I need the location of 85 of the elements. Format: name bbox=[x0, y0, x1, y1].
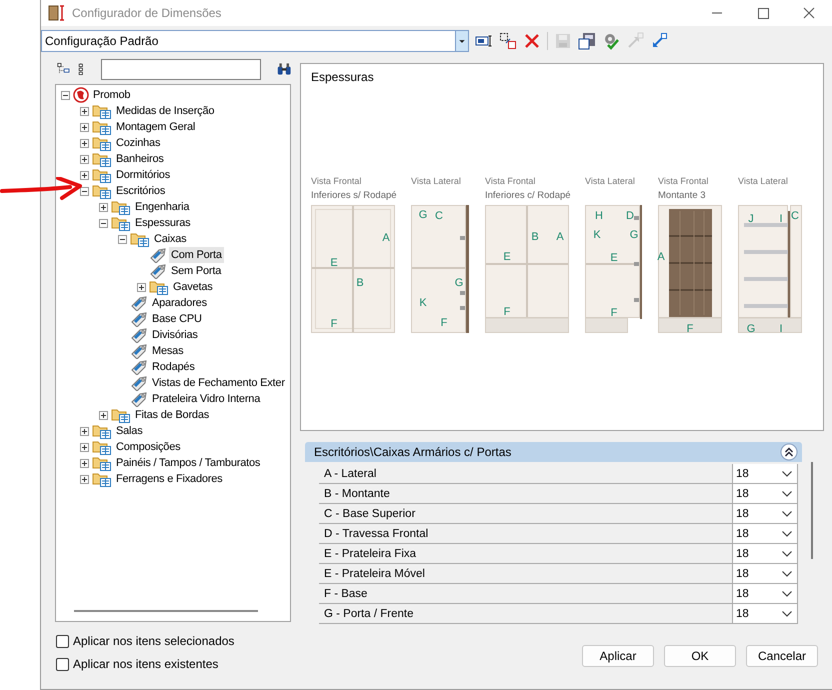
tree-item[interactable]: Fitas de Bordas bbox=[133, 407, 212, 423]
dimension-label: D bbox=[626, 210, 634, 222]
value-dropdown[interactable]: 18 bbox=[732, 524, 798, 543]
tree-item[interactable]: Divisórias bbox=[150, 327, 200, 343]
property-label: A - Lateral bbox=[323, 467, 378, 482]
view-subtitle: Inferiores c/ Rodapé bbox=[485, 190, 571, 201]
dimension-label: I bbox=[779, 323, 783, 335]
view-caption: Vista Frontal bbox=[658, 176, 710, 188]
dimension-label: A bbox=[382, 232, 390, 244]
dimension-label: G bbox=[746, 323, 756, 335]
tree-item[interactable]: Vistas de Fechamento Exter bbox=[150, 375, 287, 391]
value-dropdown[interactable]: 18 bbox=[732, 564, 798, 583]
tree-item[interactable]: Aparadores bbox=[150, 295, 209, 311]
property-label: F - Base bbox=[323, 587, 368, 602]
dimension-label: C bbox=[791, 210, 799, 222]
dimension-label: G bbox=[418, 209, 428, 221]
configuration-dropdown[interactable]: Configuração Padrão bbox=[41, 30, 469, 52]
tree-item[interactable]: Caixas bbox=[152, 231, 188, 247]
property-label: C - Base Superior bbox=[323, 507, 416, 522]
checkbox-label: Aplicar nos itens existentes bbox=[73, 657, 218, 671]
view-caption: Vista Frontal bbox=[485, 176, 536, 188]
section-title: Escritórios\Caixas Armários c/ Portas bbox=[314, 445, 512, 459]
tree-item[interactable]: Composições bbox=[114, 439, 182, 455]
dimension-label: G bbox=[454, 277, 464, 289]
view-caption: Vista Lateral bbox=[738, 176, 789, 188]
view-caption: Vista Lateral bbox=[585, 176, 636, 188]
dimension-label: F bbox=[504, 306, 510, 318]
property-label: E - Prateleira Fixa bbox=[323, 547, 418, 562]
value-dropdown[interactable]: 18 bbox=[732, 604, 798, 623]
tree-item[interactable]: Ferragens e Fixadores bbox=[114, 471, 224, 487]
dimension-label: I bbox=[779, 213, 783, 225]
value-dropdown[interactable]: 18 bbox=[732, 464, 798, 483]
dimension-label: F bbox=[610, 307, 618, 319]
value-dropdown[interactable]: 18 bbox=[732, 584, 798, 603]
view-caption: Vista Frontal bbox=[311, 176, 362, 188]
dimension-label: A bbox=[556, 231, 564, 243]
dimension-label: G bbox=[630, 229, 638, 241]
dimension-label: F bbox=[330, 318, 338, 330]
tree-item[interactable]: Dormitórios bbox=[114, 167, 172, 183]
tree-item[interactable]: Gavetas bbox=[171, 279, 215, 295]
property-label: E - Prateleira Móvel bbox=[323, 567, 426, 582]
tree-item[interactable]: Escritórios bbox=[114, 183, 168, 199]
tree-item[interactable]: Espessuras bbox=[133, 215, 192, 231]
dimension-label: E bbox=[503, 251, 511, 263]
property-label: B - Montante bbox=[323, 487, 391, 502]
dialog-button[interactable]: Aplicar bbox=[582, 645, 654, 667]
dimension-label: F bbox=[440, 317, 448, 329]
checkbox-label: Aplicar nos itens selecionados bbox=[73, 634, 234, 648]
dimension-label: E bbox=[330, 257, 338, 269]
dialog-button[interactable]: OK bbox=[664, 645, 736, 667]
view-subtitle: Inferiores s/ Rodapé bbox=[311, 190, 397, 201]
tree-item[interactable]: Engenharia bbox=[133, 199, 192, 215]
value-dropdown[interactable]: 18 bbox=[732, 484, 798, 503]
value-dropdown[interactable]: 18 bbox=[732, 504, 798, 523]
view-subtitle: Montante 3 bbox=[658, 190, 706, 201]
value-dropdown[interactable]: 18 bbox=[732, 544, 798, 563]
window-title: Configurador de Dimensões bbox=[72, 6, 222, 20]
dimension-label: B bbox=[531, 231, 539, 243]
dimension-label: A bbox=[657, 251, 665, 263]
tree-item[interactable]: Mesas bbox=[150, 343, 186, 359]
tree-item[interactable]: Com Porta bbox=[169, 247, 224, 263]
dimension-label: H bbox=[595, 210, 603, 222]
dimension-label: F bbox=[686, 323, 694, 335]
tree-item[interactable]: Prateleira Vidro Interna bbox=[150, 391, 262, 407]
dimension-label: J bbox=[748, 213, 754, 225]
dimension-label: E bbox=[610, 252, 618, 264]
property-label: G - Porta / Frente bbox=[323, 607, 414, 622]
dimension-label: B bbox=[356, 277, 364, 289]
tree-item[interactable]: Cozinhas bbox=[114, 135, 162, 151]
tree-item[interactable]: Base CPU bbox=[150, 311, 204, 327]
tree-item[interactable]: Promob bbox=[91, 87, 132, 103]
view-caption: Vista Lateral bbox=[411, 176, 462, 188]
tree-item[interactable]: Sem Porta bbox=[169, 263, 224, 279]
tree-item[interactable]: Salas bbox=[114, 423, 145, 439]
dimension-label: K bbox=[419, 297, 427, 309]
preview-title: Espessuras bbox=[311, 70, 375, 86]
tree-item[interactable]: Rodapés bbox=[150, 359, 197, 375]
dialog-button[interactable]: Cancelar bbox=[746, 645, 818, 667]
property-label: D - Travessa Frontal bbox=[323, 527, 430, 542]
dimension-label: K bbox=[593, 229, 601, 241]
dimension-label: C bbox=[435, 210, 443, 222]
tree-item[interactable]: Banheiros bbox=[114, 151, 166, 167]
tree-item[interactable]: Montagem Geral bbox=[114, 119, 198, 135]
tree-item[interactable]: Painéis / Tampos / Tamburatos bbox=[114, 455, 262, 471]
tree-item[interactable]: Medidas de Inserção bbox=[114, 103, 216, 119]
